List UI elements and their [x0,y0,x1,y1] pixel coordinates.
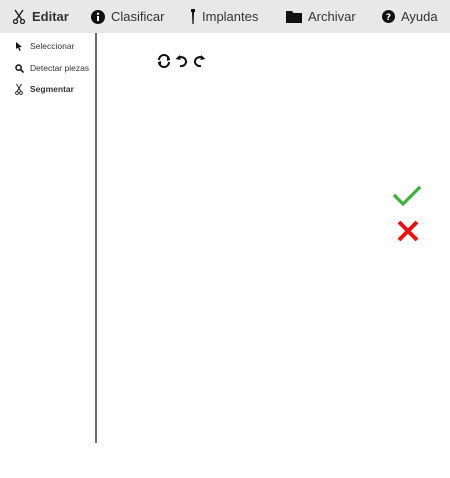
redo-icon [194,55,206,68]
svg-text:?: ? [386,13,391,23]
scissors-icon [12,9,26,24]
menu-clasificar[interactable]: Clasificar [91,0,164,33]
info-icon [91,9,105,24]
scissors-icon [14,83,24,95]
refresh-icon [158,54,170,68]
undo-button[interactable] [175,54,189,68]
close-icon [397,220,419,242]
menu-implantes[interactable]: Implantes [190,0,258,33]
check-icon [392,185,422,207]
folder-icon [286,10,302,23]
menu-implantes-label: Implantes [202,9,259,24]
cancel-button[interactable] [396,220,420,242]
tool-seleccionar-label: Seleccionar [30,41,75,51]
help-icon: ? [382,10,395,23]
tool-seleccionar[interactable]: Seleccionar [14,39,74,53]
menu-ayuda[interactable]: ? Ayuda [382,0,438,33]
sidebar-divider [95,33,97,443]
tool-segmentar-label: Segmentar [30,84,74,94]
menu-ayuda-label: Ayuda [401,9,438,24]
confirm-button[interactable] [392,185,422,207]
menu-clasificar-label: Clasificar [111,9,165,24]
undo-icon [175,55,187,68]
tool-segmentar[interactable]: Segmentar [14,82,74,96]
implant-icon [190,8,196,25]
menu-editar[interactable]: Editar [12,0,69,33]
menu-bar: Editar Clasificar Implantes Archivar ? A… [0,0,450,33]
menu-archivar[interactable]: Archivar [286,0,356,33]
tool-detectar-piezas[interactable]: Detectar piezas [14,61,89,75]
menu-archivar-label: Archivar [308,9,356,24]
menu-editar-label: Editar [32,9,69,24]
search-icon [14,63,24,73]
redo-button[interactable] [192,54,206,68]
tool-detectar-piezas-label: Detectar piezas [30,63,90,73]
refresh-button[interactable] [157,54,171,68]
cursor-icon [14,41,24,51]
